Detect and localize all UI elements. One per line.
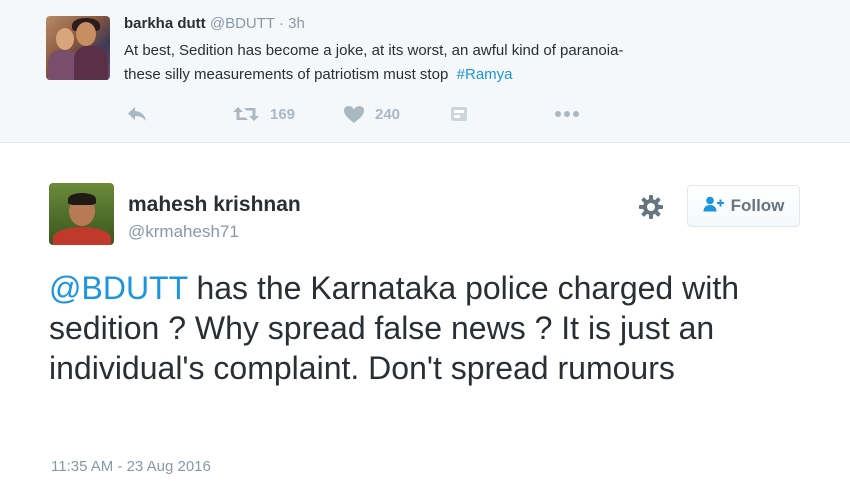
retweet-button[interactable]: 169 bbox=[232, 104, 295, 124]
parent-author-name[interactable]: barkha dutt bbox=[124, 15, 206, 32]
parent-author-avatar[interactable] bbox=[46, 16, 110, 80]
parent-tweet-actions: 169 240 bbox=[124, 104, 624, 124]
like-button[interactable]: 240 bbox=[343, 104, 400, 124]
parent-tweet-text: At best, Sedition has become a joke, at … bbox=[124, 39, 824, 87]
more-dots-icon bbox=[554, 110, 580, 118]
retweet-icon bbox=[232, 105, 260, 123]
follow-label: Follow bbox=[730, 196, 785, 215]
parent-tweet-header: barkha dutt @BDUTT · 3h bbox=[124, 15, 305, 33]
tweet-page: barkha dutt @BDUTT · 3h At best, Seditio… bbox=[0, 0, 850, 482]
retweet-count: 169 bbox=[270, 105, 296, 123]
parent-text-line2: these silly measurements of patriotism m… bbox=[124, 66, 449, 83]
follow-button[interactable]: Follow bbox=[687, 185, 800, 227]
follow-user-icon bbox=[703, 196, 731, 217]
direct-message-icon bbox=[450, 106, 468, 122]
parent-text-line1: At best, Sedition has become a joke, at … bbox=[124, 42, 624, 59]
mention-link[interactable]: @BDUTT bbox=[49, 270, 188, 306]
parent-author-handle[interactable]: @BDUTT bbox=[210, 15, 275, 32]
gear-icon[interactable] bbox=[638, 194, 664, 220]
hashtag-link[interactable]: #Ramya bbox=[457, 66, 513, 83]
direct-message-button[interactable] bbox=[450, 104, 468, 124]
tweet-timestamp[interactable]: 11:35 AM - 23 Aug 2016 bbox=[51, 458, 211, 475]
heart-icon bbox=[343, 105, 365, 124]
author-handle[interactable]: @krmahesh71 bbox=[128, 222, 239, 242]
like-count: 240 bbox=[375, 105, 401, 123]
parent-tweet-time[interactable]: 3h bbox=[288, 15, 305, 32]
author-name[interactable]: mahesh krishnan bbox=[128, 193, 301, 217]
reply-button[interactable] bbox=[126, 104, 148, 124]
reply-icon bbox=[126, 105, 148, 123]
parent-tweet[interactable]: barkha dutt @BDUTT · 3h At best, Seditio… bbox=[0, 0, 850, 143]
more-button[interactable] bbox=[554, 104, 580, 124]
parent-separator: · bbox=[278, 15, 284, 32]
tweet-text: @BDUTT has the Karnataka police charged … bbox=[49, 268, 809, 388]
author-avatar[interactable] bbox=[49, 183, 114, 245]
